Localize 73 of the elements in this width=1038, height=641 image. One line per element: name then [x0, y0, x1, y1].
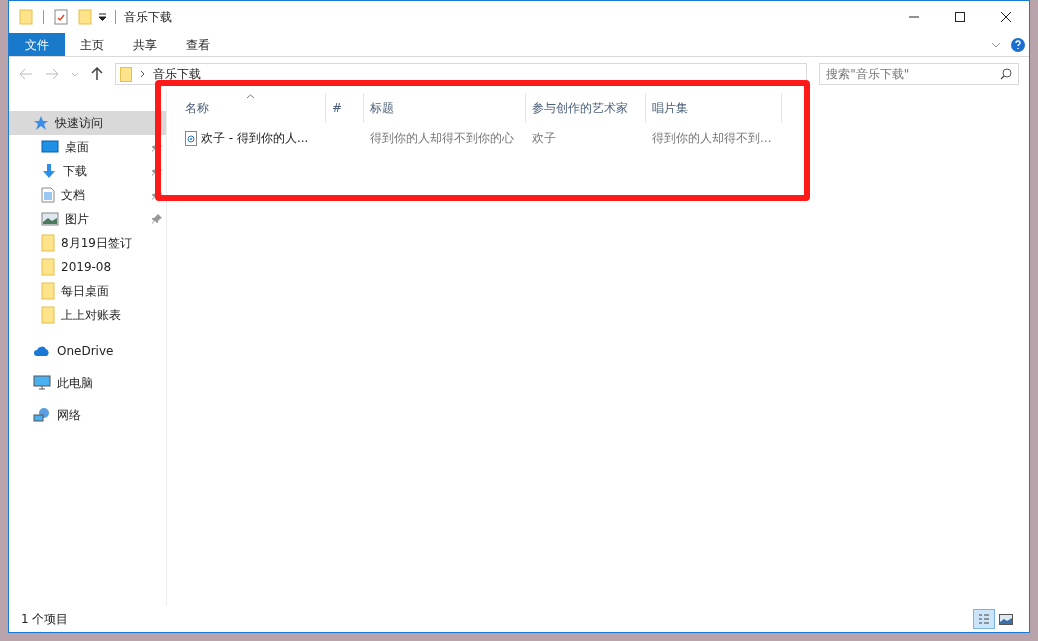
sidebar-label: 文档 [61, 187, 86, 204]
sidebar-item[interactable]: 上上对账表 [9, 303, 166, 327]
sidebar-label: 2019-08 [61, 259, 113, 276]
sidebar-label: 此电脑 [57, 375, 94, 392]
sidebar-item[interactable]: 每日桌面 [9, 279, 166, 303]
table-cell-text: 得到你的人却得不到... [652, 130, 772, 147]
down-arrow-icon [41, 163, 57, 179]
network-icon [33, 407, 51, 423]
folder-icon [19, 9, 33, 25]
sidebar-label: 8月19日签订 [61, 235, 133, 252]
back-arrow-icon[interactable] [19, 68, 33, 80]
sidebar-item[interactable]: OneDrive [9, 339, 166, 363]
address-path: 音乐下载 [152, 66, 201, 83]
close-icon [1001, 12, 1011, 22]
minimize-icon [909, 16, 919, 18]
folder-icon [41, 282, 55, 300]
forward-arrow-icon[interactable] [45, 68, 59, 80]
status-text: 1 个项目 [21, 611, 69, 628]
column-header[interactable]: 参与创作的艺术家 [526, 93, 646, 123]
dropdown-icon[interactable] [98, 13, 107, 21]
column-header[interactable]: 标题 [364, 93, 526, 123]
address-bar[interactable]: 音乐下载 [114, 63, 808, 85]
maximize-icon [955, 12, 965, 22]
ribbon-tab[interactable]: 共享 [118, 33, 171, 56]
help-icon[interactable] [1011, 37, 1025, 52]
column-header[interactable]: 名称 [179, 93, 326, 123]
search-field[interactable]: 搜索"音乐下载" [819, 63, 1019, 85]
sidebar-item[interactable]: 图片 [9, 207, 166, 231]
sidebar-label: 每日桌面 [61, 283, 110, 300]
chevron-down-icon[interactable] [70, 71, 79, 77]
pin-icon [152, 214, 162, 224]
picture-icon [41, 212, 59, 226]
folder-icon [41, 306, 55, 324]
chevron-right-icon [139, 70, 145, 78]
file-row[interactable]: 欢子 - 得到你的人... 得到你的人却得不到你的心 欢子 得到你的人却得不到... [179, 125, 1029, 151]
document-icon [41, 187, 55, 203]
list-icon [978, 613, 990, 625]
desktop-icon [41, 140, 59, 154]
table-cell-text: 欢子 [532, 130, 556, 147]
sidebar-label: 网络 [57, 407, 82, 424]
picture-icon [999, 613, 1013, 625]
table-cell-text: 欢子 - 得到你的人... [201, 130, 309, 147]
folder-icon [41, 234, 55, 252]
sidebar-label: 上上对账表 [61, 307, 122, 324]
sidebar-item[interactable]: 快速访问 [9, 111, 166, 135]
cloud-icon [33, 345, 51, 357]
sidebar-item[interactable]: 网络 [9, 403, 166, 427]
sidebar-item[interactable]: 8月19日签订 [9, 231, 166, 255]
search-icon [1000, 68, 1012, 80]
folder-icon [41, 258, 55, 276]
checked-document-icon[interactable] [54, 9, 68, 25]
sort-caret-icon [246, 94, 255, 99]
window-title: 音乐下载 [124, 9, 172, 26]
audio-file-icon [185, 130, 197, 146]
sidebar-item[interactable]: 此电脑 [9, 371, 166, 395]
table-cell-text: 得到你的人却得不到你的心 [370, 130, 514, 147]
sidebar-item[interactable]: 2019-08 [9, 255, 166, 279]
ribbon-tab[interactable]: 查看 [171, 33, 224, 56]
sidebar-label: 桌面 [65, 139, 90, 156]
sidebar-label: 快速访问 [55, 115, 104, 132]
chevron-down-icon[interactable] [991, 41, 1001, 48]
ribbon-tab[interactable]: 主页 [65, 33, 118, 56]
ribbon-tab[interactable]: 文件 [9, 33, 65, 56]
up-arrow-icon[interactable] [90, 67, 103, 81]
search-input[interactable]: 搜索"音乐下载" [826, 65, 1000, 83]
folder-icon [119, 66, 132, 82]
monitor-icon [33, 375, 51, 391]
column-header[interactable]: 唱片集 [646, 93, 782, 123]
sidebar-label: 图片 [65, 211, 90, 228]
sidebar-label: OneDrive [57, 343, 115, 360]
star-icon [33, 115, 49, 131]
sidebar-label: 下载 [63, 163, 88, 180]
column-header[interactable]: # [326, 93, 364, 123]
